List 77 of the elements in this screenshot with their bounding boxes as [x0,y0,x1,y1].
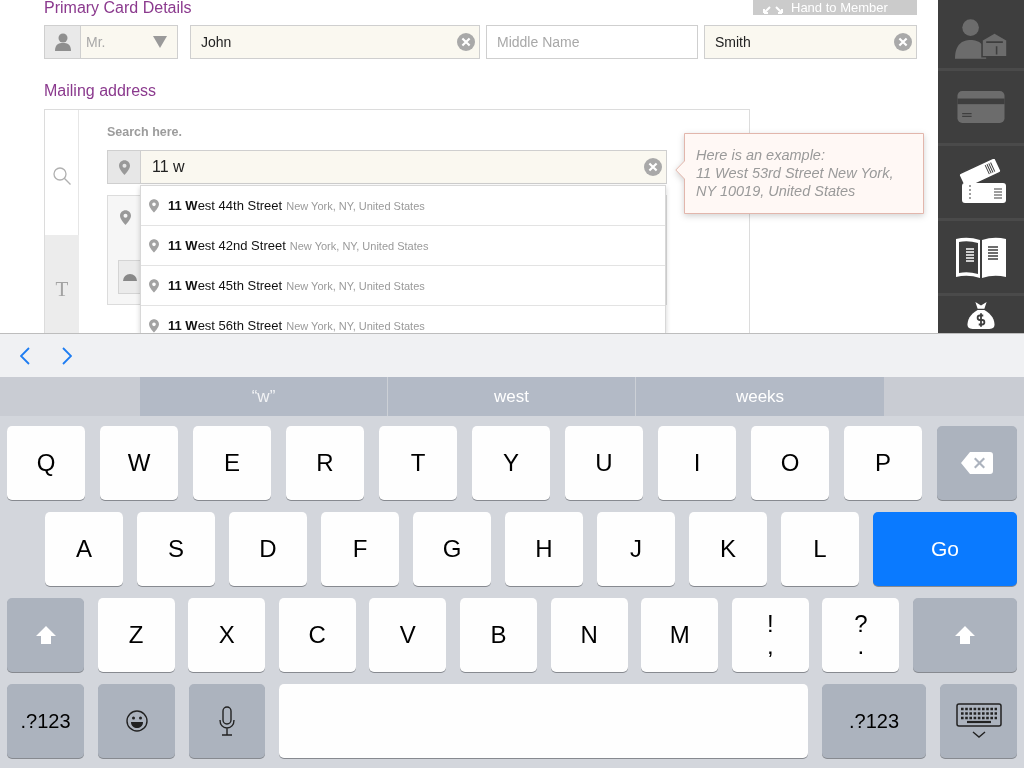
keyboard-key[interactable]: Y [472,426,550,500]
name-field[interactable]: Middle Name [486,25,698,59]
chevron-right-icon [62,346,72,365]
symbols-key[interactable]: .?123 [7,684,84,758]
clear-icon[interactable] [457,33,475,51]
shift-icon [35,626,56,644]
keyboard-key[interactable]: U [565,426,643,500]
sidebar-item[interactable] [938,293,1024,330]
dome-icon [123,273,137,281]
keyboard-key[interactable]: A [45,512,123,586]
dictation-key[interactable] [189,684,265,758]
keyboard-key[interactable]: S [137,512,215,586]
emoji-key[interactable] [98,684,175,758]
address-suggestion[interactable]: 11 West 42nd Street New York, NY, United States [141,226,665,266]
keyboard-key[interactable]: B [459,598,537,672]
keyboard-key[interactable]: ! , [731,598,809,672]
shift-key[interactable] [912,598,1017,672]
open-book-icon [956,236,1006,278]
microphone-icon [219,706,235,736]
search-label: Search here. [107,125,184,140]
pin-icon [149,238,159,253]
pin-icon [107,150,140,184]
section-title: Mailing address [44,81,158,101]
person-house-icon [955,19,1007,59]
keyboard-key[interactable]: H [505,512,583,586]
keyboard-key[interactable]: X [188,598,266,672]
backspace-key[interactable] [937,426,1017,500]
keyboard-icon [955,703,1002,739]
shift-icon [954,626,975,644]
go-key[interactable]: Go [873,512,1017,586]
person-icon [44,25,80,59]
keyboard-key[interactable]: V [369,598,447,672]
pin-icon [149,278,159,293]
tooltip-text: 11 West 53rd Street New York, NY 10019, United States [696,164,895,200]
address-suggestion[interactable]: 11 West 44th Street New York, NY, United States [141,186,665,226]
keyboard-key[interactable]: T [379,426,457,500]
caret-icon [153,36,167,48]
keyboard-key[interactable]: W [100,426,178,500]
chevron-left-icon [20,346,30,365]
backspace-icon [961,452,993,474]
pin-icon [120,210,131,225]
pin-icon [149,198,159,213]
keyboard-key[interactable]: C [278,598,356,672]
address-suggestion[interactable]: 11 West 45th Street New York, NY, United States [141,266,665,306]
address-search-field[interactable]: 11 w [140,150,667,184]
keyboard-key[interactable]: G [413,512,491,586]
keyboard-key[interactable]: N [550,598,628,672]
smiley-icon [125,710,148,732]
clear-icon[interactable] [644,158,662,176]
keyboard-key[interactable]: L [781,512,859,586]
search-icon [52,166,71,185]
keyboard-key[interactable]: M [641,598,719,672]
symbols-key[interactable]: .?123 [822,684,926,758]
keyboard-key[interactable]: D [229,512,307,586]
section-title: Primary Card Details [44,0,192,16]
name-field[interactable]: Smith [704,25,917,59]
hide-keyboard-key[interactable] [940,684,1017,758]
clear-icon[interactable] [894,33,912,51]
keyboard-key[interactable]: J [597,512,675,586]
keyboard-key[interactable]: Q [7,426,85,500]
address-suggestion[interactable]: 11 West 56th Street New York, NY, United States [141,306,665,333]
tooltip-title: Here is an example: [696,146,826,164]
tickets-icon [956,159,1006,205]
shift-key[interactable] [7,598,84,672]
keyboard-key[interactable]: K [689,512,767,586]
keyboard-key[interactable]: F [321,512,399,586]
keyboard-key[interactable]: Z [97,598,175,672]
pin-icon [149,318,159,333]
keyboard-key[interactable]: O [751,426,829,500]
money-bag-icon [967,302,995,329]
keyboard-key[interactable]: R [286,426,364,500]
name-field[interactable]: John [190,25,480,59]
keyboard-key[interactable]: E [193,426,271,500]
keyboard-key[interactable]: P [844,426,922,500]
credit-card-icon [956,91,1006,123]
keyboard-key[interactable]: I [658,426,736,500]
keyboard-key[interactable]: ? . [822,598,900,672]
